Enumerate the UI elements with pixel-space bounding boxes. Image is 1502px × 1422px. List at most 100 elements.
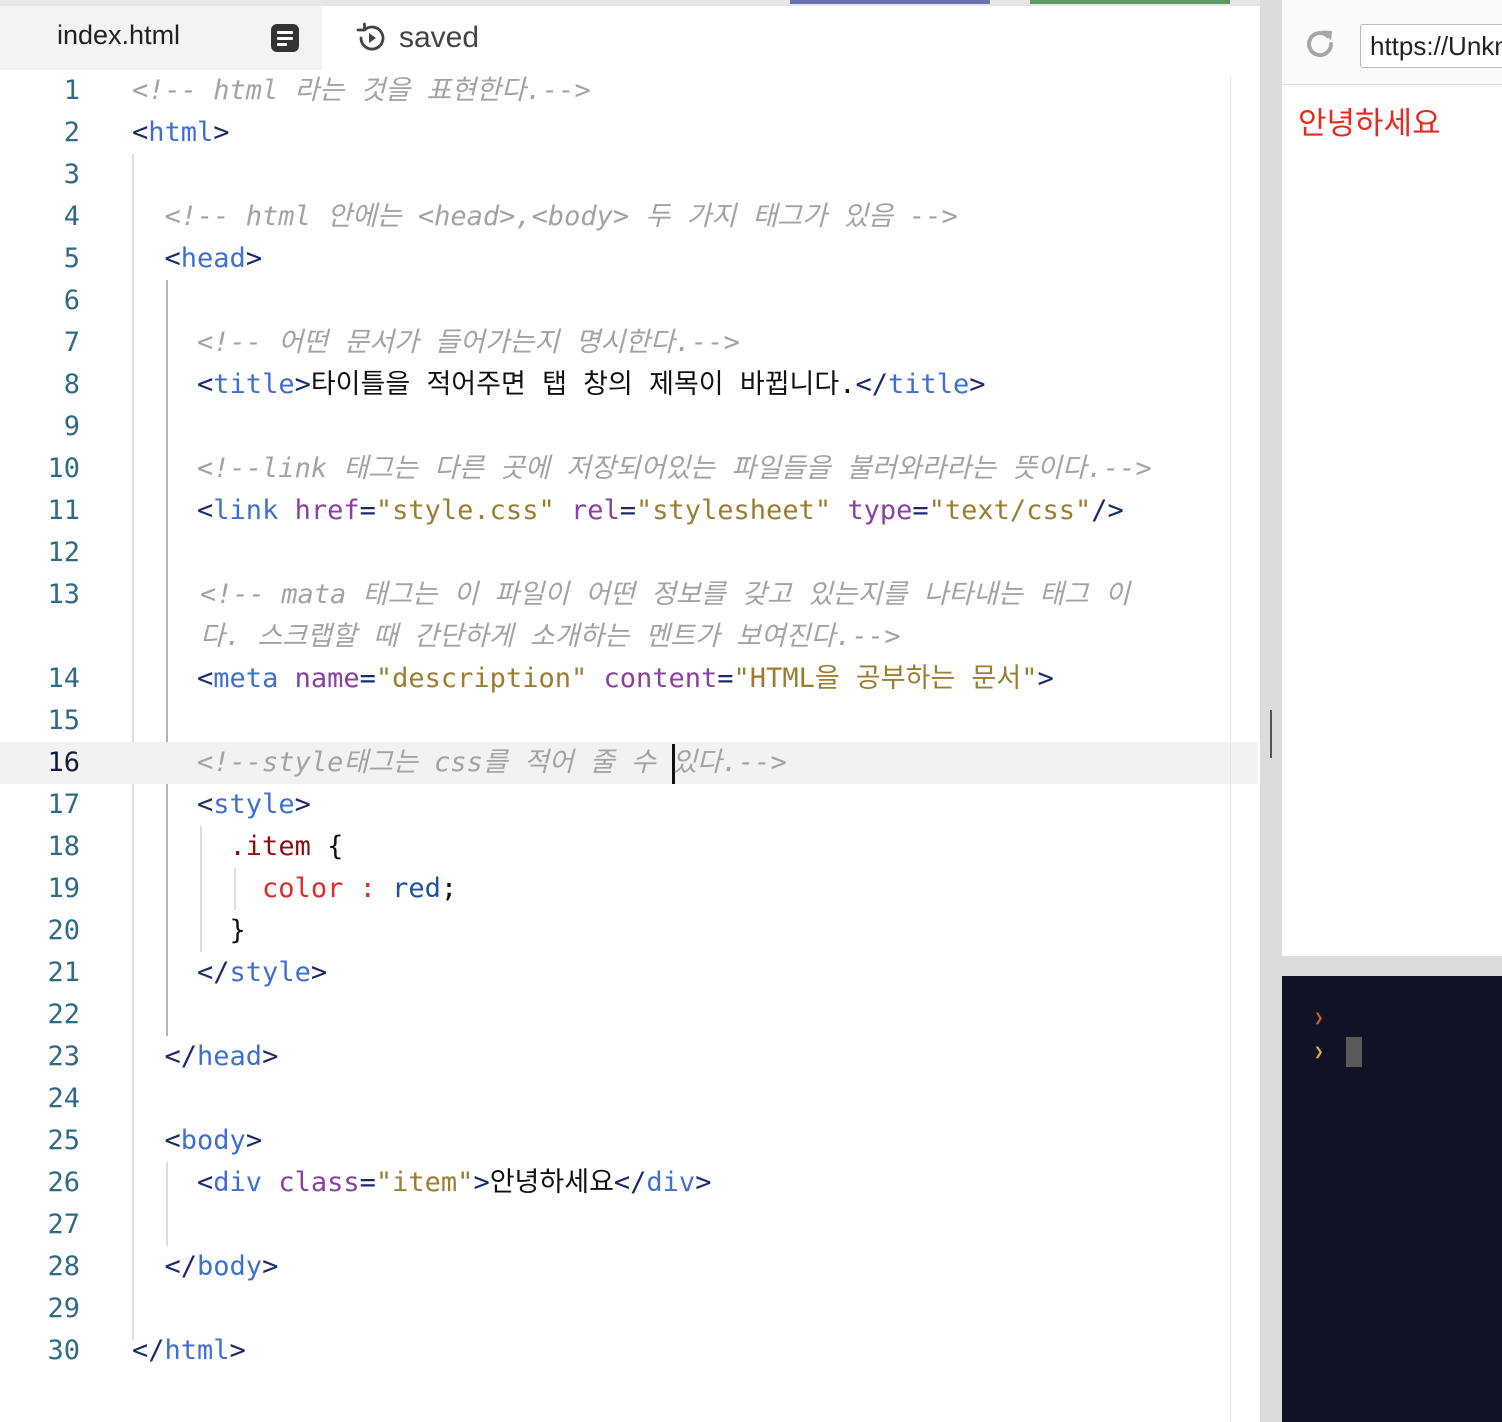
code-token: style xyxy=(229,957,311,988)
code-line[interactable]: 15 xyxy=(0,700,1258,742)
code-text[interactable]: <div class="item">안녕하세요</div> xyxy=(132,1162,1168,1204)
code-text[interactable]: .item { xyxy=(132,826,1168,868)
line-number: 15 xyxy=(47,705,80,736)
code-token: = xyxy=(359,495,376,526)
code-line[interactable]: 2 <html> xyxy=(0,112,1258,154)
console-prompt-icon: ❯ xyxy=(1314,1042,1324,1061)
preview-pane: https://Unknown 안녕하세요 xyxy=(1282,0,1502,956)
code-text[interactable]: </head> xyxy=(132,1036,1168,1078)
code-line[interactable]: 30 </html> xyxy=(0,1330,1258,1372)
code-line[interactable]: 13 <!-- mata 태그는 이 파일이 어떤 정보를 갖고 있는지를 나타내… xyxy=(0,574,1258,658)
code-line[interactable]: 23 </head> xyxy=(0,1036,1258,1078)
preview-toolbar: https://Unknown xyxy=(1282,0,1502,85)
console-cursor[interactable] xyxy=(1346,1037,1362,1067)
url-field[interactable]: https://Unknown xyxy=(1360,24,1502,68)
top-accent-bar xyxy=(1030,0,1230,4)
code-text[interactable]: <title>타이틀을 적어주면 탭 창의 제목이 바뀝니다.</title> xyxy=(132,364,1168,406)
code-line[interactable]: 17 <style> xyxy=(0,784,1258,826)
code-text[interactable]: <!-- mata 태그는 이 파일이 어떤 정보를 갖고 있는지를 나타내는 … xyxy=(200,574,1168,658)
splitter-grip[interactable] xyxy=(1270,710,1272,758)
line-number: 10 xyxy=(47,453,80,484)
code-line[interactable]: 22 xyxy=(0,994,1258,1036)
code-line[interactable]: 9 xyxy=(0,406,1258,448)
code-token: = xyxy=(359,663,376,694)
code-text[interactable]: } xyxy=(132,910,1168,952)
code-token: </ xyxy=(132,1335,165,1366)
code-text[interactable]: </style> xyxy=(132,952,1168,994)
code-line[interactable]: 27 xyxy=(0,1204,1258,1246)
code-line[interactable]: 20 } xyxy=(0,910,1258,952)
code-token: "item" xyxy=(375,1167,474,1198)
code-line[interactable]: 16 <!--style태그는 css를 적어 줄 수 있다.--> xyxy=(0,742,1258,784)
code-token: content xyxy=(603,663,718,694)
pane-splitter[interactable] xyxy=(1260,0,1282,1422)
line-number: 16 xyxy=(47,747,80,778)
pane-divider[interactable] xyxy=(1282,956,1502,976)
code-text[interactable]: <!-- 어떤 문서가 들어가는지 명시한다.--> xyxy=(132,322,1168,364)
code-line[interactable]: 29 xyxy=(0,1288,1258,1330)
code-text[interactable]: <!-- html 라는 것을 표현한다.--> xyxy=(132,70,1168,112)
code-token: style xyxy=(213,789,295,820)
code-token: "stylesheet" xyxy=(636,495,832,526)
code-line[interactable]: 18 .item { xyxy=(0,826,1258,868)
file-tab[interactable]: index.html xyxy=(0,6,322,70)
code-line[interactable]: 28 </body> xyxy=(0,1246,1258,1288)
code-text[interactable]: </body> xyxy=(132,1246,1168,1288)
code-line[interactable]: 26 <div class="item">안녕하세요</div> xyxy=(0,1162,1258,1204)
code-comment: <!-- html 안에는 <head>,<body> 두 가지 태그가 있음 … xyxy=(164,201,958,232)
code-token: body xyxy=(180,1125,246,1156)
code-text[interactable]: <!-- html 안에는 <head>,<body> 두 가지 태그가 있음 … xyxy=(132,196,1168,238)
file-tab-label[interactable]: index.html xyxy=(57,20,180,51)
code-token: </ xyxy=(164,1041,198,1072)
refresh-icon[interactable] xyxy=(1302,26,1338,62)
code-line[interactable]: 21 </style> xyxy=(0,952,1258,994)
console-pane[interactable]: ❯ ❯ xyxy=(1282,976,1502,1422)
editor-margin-line xyxy=(1230,76,1231,1422)
code-token: title xyxy=(888,369,970,400)
code-line[interactable]: 19 color : red; xyxy=(0,868,1258,910)
code-text[interactable]: <!--link 태그는 다른 곳에 저장되어있는 파일들을 불러와라라는 뜻이… xyxy=(132,448,1168,490)
code-token: head xyxy=(180,243,246,274)
code-text[interactable]: </html> xyxy=(132,1330,1168,1372)
line-number: 19 xyxy=(47,873,80,904)
code-line[interactable]: 6 xyxy=(0,280,1258,322)
code-editor[interactable]: index.html saved 1 <!-- html 라는 것을 표현한다.-… xyxy=(0,6,1260,1422)
code-text[interactable]: <style> xyxy=(132,784,1168,826)
code-token: > xyxy=(245,1125,263,1156)
code-line[interactable]: 11 <link href="style.css" rel="styleshee… xyxy=(0,490,1258,532)
code-line[interactable]: 25 <body> xyxy=(0,1120,1258,1162)
code-token: div xyxy=(646,1167,696,1198)
document-icon[interactable] xyxy=(271,24,299,52)
code-line[interactable]: 10 <!--link 태그는 다른 곳에 저장되어있는 파일들을 불러와라라는… xyxy=(0,448,1258,490)
code-token: : xyxy=(359,873,376,904)
code-text[interactable]: <meta name="description" content="HTML을 … xyxy=(132,658,1168,700)
code-text[interactable]: <head> xyxy=(132,238,1168,280)
code-comment: <!-- 어떤 문서가 들어가는지 명시한다.--> xyxy=(197,327,740,358)
code-text[interactable]: <!--style태그는 css를 적어 줄 수 있다.--> xyxy=(132,742,1168,784)
code-token: = xyxy=(912,495,929,526)
code-line[interactable]: 1 <!-- html 라는 것을 표현한다.--> xyxy=(0,70,1258,112)
line-number: 29 xyxy=(47,1293,80,1324)
code-text[interactable]: <html> xyxy=(132,112,1168,154)
code-line[interactable]: 24 xyxy=(0,1078,1258,1120)
line-number: 9 xyxy=(63,411,80,442)
code-line[interactable]: 12 xyxy=(0,532,1258,574)
code-token: > xyxy=(213,117,230,148)
code-text[interactable]: color : red; xyxy=(132,868,1168,910)
code-token: > xyxy=(262,1041,279,1072)
code-text[interactable]: <link href="style.css" rel="stylesheet" … xyxy=(132,490,1168,532)
code-token: /> xyxy=(1091,495,1124,526)
code-line[interactable]: 5 <head> xyxy=(0,238,1258,280)
code-line[interactable]: 14 <meta name="description" content="HTM… xyxy=(0,658,1258,700)
code-text[interactable]: <body> xyxy=(132,1120,1168,1162)
code-line[interactable]: 8 <title>타이틀을 적어주면 탭 창의 제목이 바뀝니다.</title… xyxy=(0,364,1258,406)
code-token: 타이틀을 적어주면 탭 창의 제목이 바뀝니다. xyxy=(310,369,856,400)
code-token: "HTML을 공부하는 문서" xyxy=(733,663,1038,694)
code-line[interactable]: 4 <!-- html 안에는 <head>,<body> 두 가지 태그가 있… xyxy=(0,196,1258,238)
code-line[interactable]: 7 <!-- 어떤 문서가 들어가는지 명시한다.--> xyxy=(0,322,1258,364)
code-area[interactable]: 1 <!-- html 라는 것을 표현한다.--> 2 <html> 3 4 <!-- … xyxy=(0,70,1258,1372)
code-line[interactable]: 3 xyxy=(0,154,1258,196)
